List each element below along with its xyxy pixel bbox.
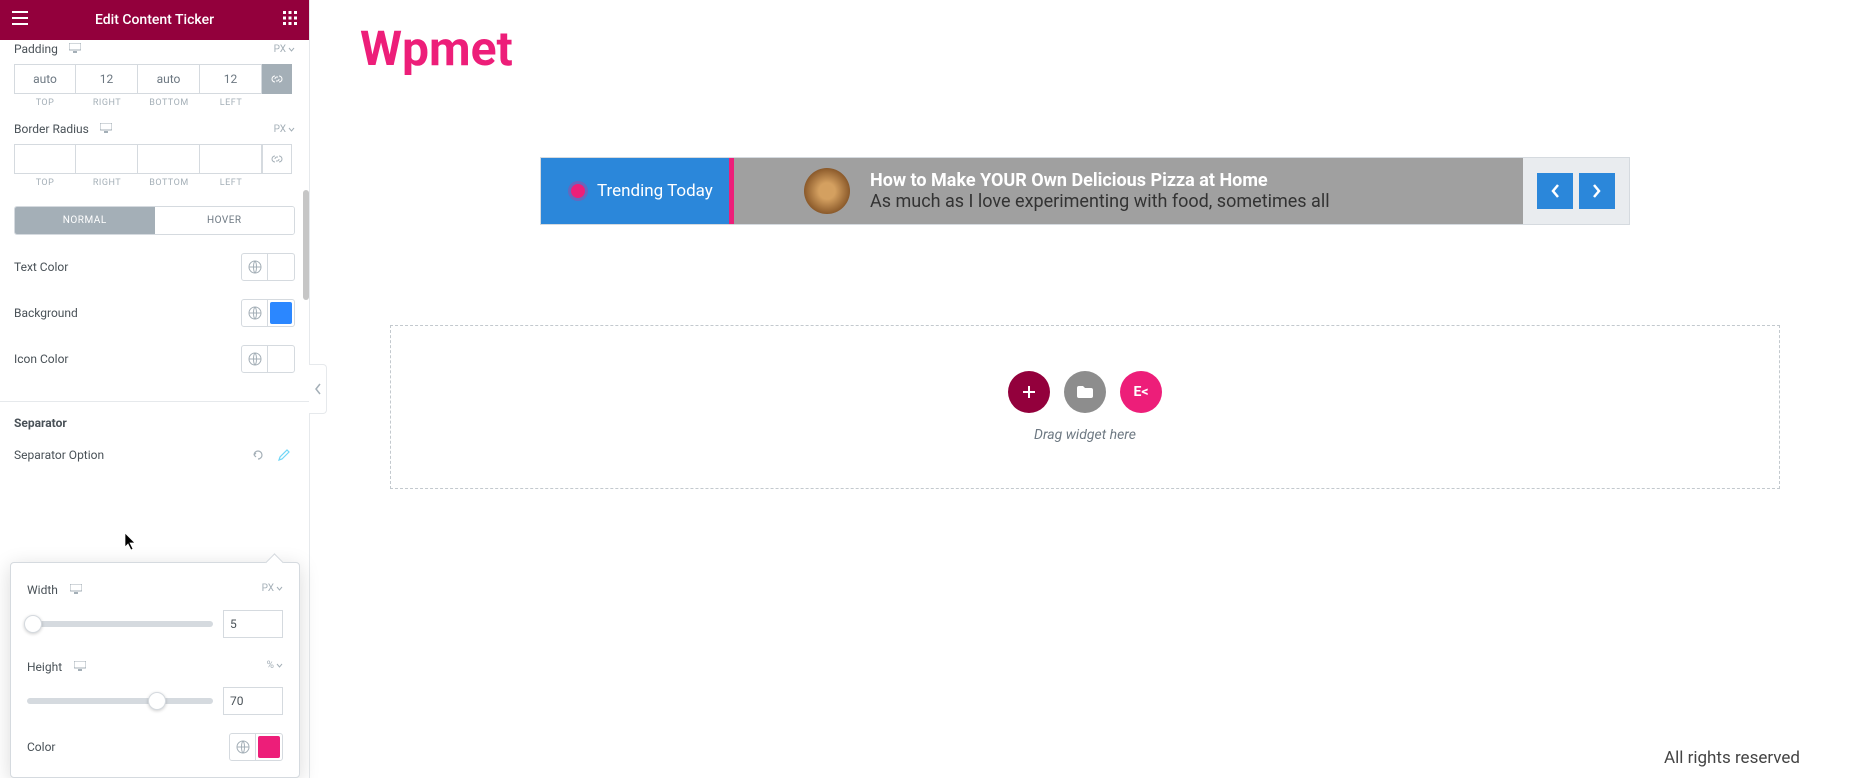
padding-control: Padding PX xyxy=(14,42,295,56)
icon-color-label: Icon Color xyxy=(14,352,68,366)
state-tabs: NORMAL HOVER xyxy=(14,206,295,235)
icon-color-swatch[interactable] xyxy=(268,346,294,372)
border-radius-label: Border Radius xyxy=(14,122,112,136)
ticker-thumbnail xyxy=(804,168,850,214)
height-row: Height % xyxy=(27,656,283,675)
desktop-icon[interactable] xyxy=(100,122,112,136)
padding-unit[interactable]: PX xyxy=(274,44,295,55)
ticker-body: How to Make YOUR Own Delicious Pizza at … xyxy=(734,158,1523,224)
color-label: Color xyxy=(27,740,55,754)
border-radius-unit[interactable]: PX xyxy=(274,124,295,135)
border-radius-bottom-input[interactable] xyxy=(138,144,200,174)
desktop-icon[interactable] xyxy=(74,656,86,675)
drop-zone[interactable]: E< Drag widget here xyxy=(390,325,1780,489)
padding-left-input[interactable] xyxy=(200,64,262,94)
color-row: Color xyxy=(27,733,283,761)
icon-color-control xyxy=(241,345,295,373)
icon-color-row: Icon Color xyxy=(14,345,295,373)
ticker-next-button[interactable] xyxy=(1579,173,1615,209)
ticker-badge: Trending Today xyxy=(541,158,729,224)
padding-sub-labels: TOP RIGHT BOTTOM LEFT xyxy=(14,98,295,108)
apps-icon[interactable] xyxy=(283,11,297,29)
globe-icon[interactable] xyxy=(230,734,256,760)
scrollbar[interactable] xyxy=(303,190,309,300)
width-row: Width PX xyxy=(27,579,283,598)
template-library-button[interactable] xyxy=(1064,371,1106,413)
border-radius-inputs xyxy=(14,144,295,174)
separator-option-label: Separator Option xyxy=(14,448,104,462)
background-label: Background xyxy=(14,306,78,320)
brand-title: Wpmet xyxy=(360,20,1810,77)
ticker-nav xyxy=(1523,158,1629,224)
padding-top-input[interactable] xyxy=(14,64,76,94)
canvas: Wpmet Trending Today How to Make YOUR Ow… xyxy=(310,0,1860,778)
globe-icon[interactable] xyxy=(242,346,268,372)
hamburger-icon[interactable] xyxy=(12,11,28,29)
padding-right-input[interactable] xyxy=(76,64,138,94)
width-slider-wrap xyxy=(27,610,283,638)
border-radius-left-input[interactable] xyxy=(200,144,262,174)
live-dot-icon xyxy=(571,184,585,198)
ticker-title: How to Make YOUR Own Delicious Pizza at … xyxy=(870,170,1330,191)
tab-normal[interactable]: NORMAL xyxy=(15,207,155,234)
globe-icon[interactable] xyxy=(242,254,268,280)
globe-icon[interactable] xyxy=(242,300,268,326)
edit-icon[interactable] xyxy=(273,444,295,466)
height-label: Height xyxy=(27,656,86,675)
height-unit[interactable]: % xyxy=(267,660,283,671)
background-control xyxy=(241,299,295,327)
separator-color-control xyxy=(229,733,283,761)
drop-hint: Drag widget here xyxy=(1034,427,1136,443)
sidebar: Edit Content Ticker Padding PX xyxy=(0,0,310,778)
border-radius-link-button[interactable] xyxy=(262,144,292,174)
desktop-icon[interactable] xyxy=(69,42,81,56)
width-slider[interactable] xyxy=(27,621,213,627)
width-label: Width xyxy=(27,579,82,598)
elementskit-button[interactable]: E< xyxy=(1120,371,1162,413)
header-title: Edit Content Ticker xyxy=(95,12,214,28)
border-radius-top-input[interactable] xyxy=(14,144,76,174)
border-radius-control: Border Radius PX xyxy=(14,122,295,136)
width-unit[interactable]: PX xyxy=(262,583,283,594)
background-row: Background xyxy=(14,299,295,327)
drop-actions: E< xyxy=(1008,371,1162,413)
padding-bottom-input[interactable] xyxy=(138,64,200,94)
footer-text: All rights reserved xyxy=(1664,748,1800,768)
separator-section-title: Separator xyxy=(0,401,309,430)
add-section-button[interactable] xyxy=(1008,371,1050,413)
height-input[interactable] xyxy=(223,687,283,715)
height-slider[interactable] xyxy=(27,698,213,704)
width-slider-thumb[interactable] xyxy=(24,615,42,633)
separator-color-swatch[interactable] xyxy=(258,736,280,758)
ticker-subtitle: As much as I love experimenting with foo… xyxy=(870,191,1330,212)
padding-label: Padding xyxy=(14,42,81,56)
border-radius-right-input[interactable] xyxy=(76,144,138,174)
undo-icon[interactable] xyxy=(247,444,269,466)
height-slider-wrap xyxy=(27,687,283,715)
badge-text: Trending Today xyxy=(597,181,713,201)
text-color-label: Text Color xyxy=(14,260,68,274)
padding-inputs xyxy=(14,64,295,94)
tab-hover[interactable]: HOVER xyxy=(155,207,295,234)
content-ticker[interactable]: Trending Today How to Make YOUR Own Deli… xyxy=(540,157,1630,225)
text-color-swatch[interactable] xyxy=(268,254,294,280)
height-slider-thumb[interactable] xyxy=(148,692,166,710)
ticker-prev-button[interactable] xyxy=(1537,173,1573,209)
background-swatch[interactable] xyxy=(270,302,292,324)
text-color-control xyxy=(241,253,295,281)
sidebar-header: Edit Content Ticker xyxy=(0,0,309,40)
text-color-row: Text Color xyxy=(14,253,295,281)
ticker-text: How to Make YOUR Own Delicious Pizza at … xyxy=(870,170,1330,212)
border-radius-sub-labels: TOP RIGHT BOTTOM LEFT xyxy=(14,178,295,188)
separator-popover: Width PX Height % Color xyxy=(10,562,300,778)
padding-link-button[interactable] xyxy=(262,64,292,94)
desktop-icon[interactable] xyxy=(70,579,82,598)
collapse-sidebar-button[interactable] xyxy=(309,364,327,414)
separator-option-row: Separator Option xyxy=(14,444,295,466)
width-input[interactable] xyxy=(223,610,283,638)
